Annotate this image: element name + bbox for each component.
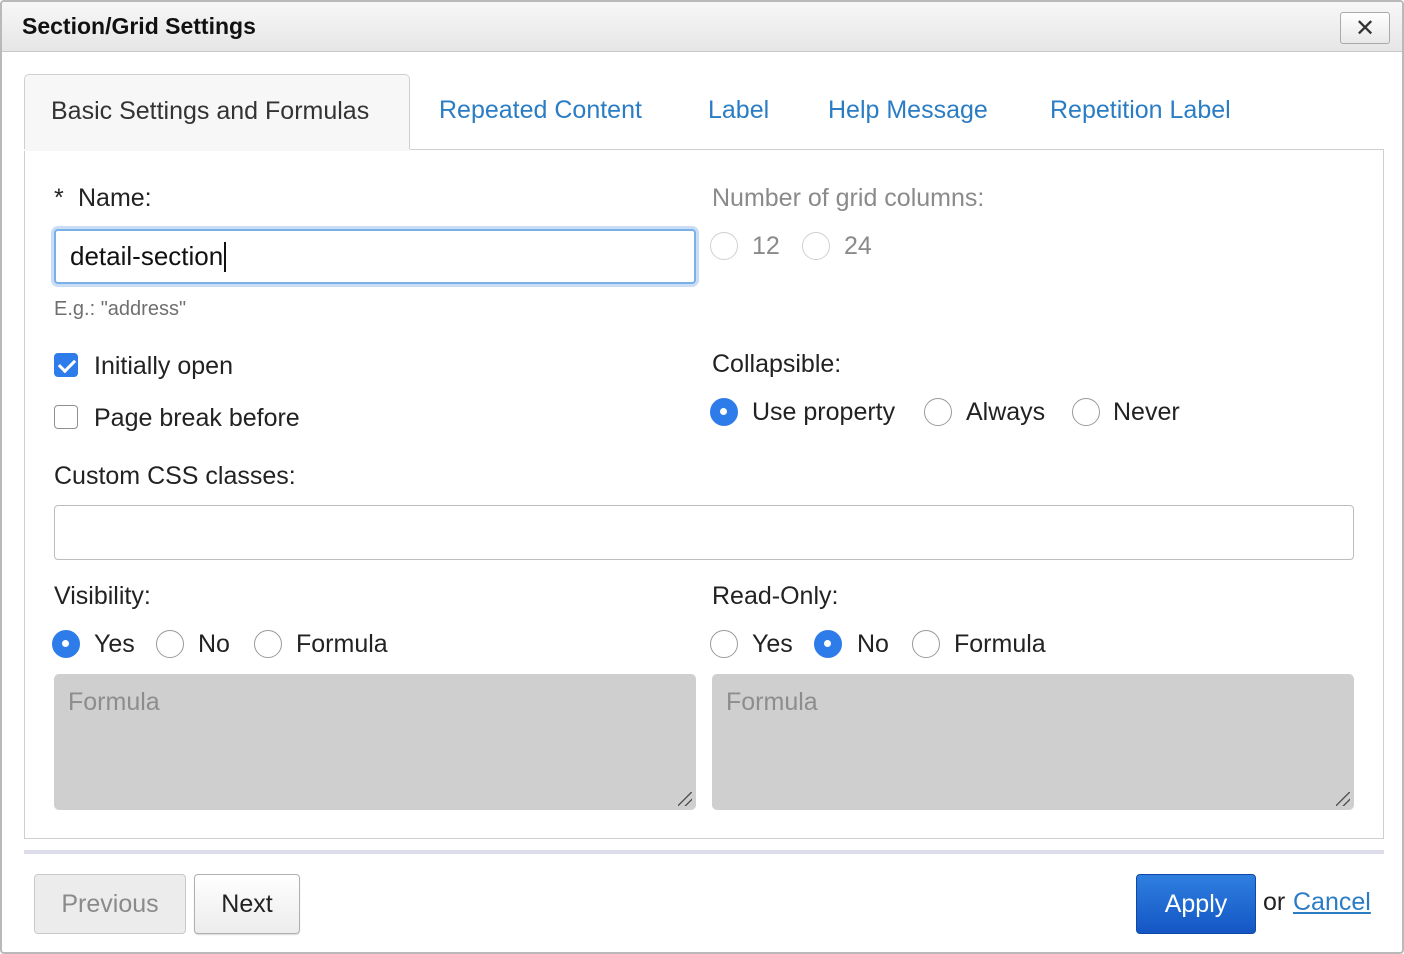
- visibility-formula-label: Formula: [296, 630, 388, 658]
- resize-grip-icon[interactable]: [1336, 792, 1350, 806]
- readonly-no-label: No: [857, 630, 889, 658]
- footer-divider: [24, 850, 1384, 854]
- collapsible-always-label: Always: [966, 398, 1046, 426]
- name-input-value: detail-section: [70, 241, 224, 271]
- grid-columns-24-label: 24: [844, 232, 872, 260]
- readonly-label: Read-Only:: [712, 582, 839, 610]
- readonly-yes-radio[interactable]: [710, 630, 738, 658]
- apply-button[interactable]: Apply: [1136, 874, 1256, 934]
- close-icon: ✕: [1354, 14, 1376, 42]
- readonly-formula-radio[interactable]: [912, 630, 940, 658]
- visibility-yes-label: Yes: [94, 630, 135, 658]
- readonly-formula-label: Formula: [954, 630, 1046, 658]
- cancel-link[interactable]: Cancel: [1293, 888, 1371, 917]
- visibility-yes-radio[interactable]: [52, 630, 80, 658]
- visibility-formula-placeholder: Formula: [68, 688, 160, 716]
- readonly-formula-placeholder: Formula: [726, 688, 818, 716]
- collapsible-label: Collapsible:: [712, 350, 842, 378]
- name-label: Name:: [78, 184, 152, 212]
- grid-columns-12-label: 12: [752, 232, 780, 260]
- visibility-formula-radio[interactable]: [254, 630, 282, 658]
- initially-open-checkbox[interactable]: [54, 353, 78, 377]
- page-break-checkbox[interactable]: [54, 405, 78, 429]
- initially-open-label: Initially open: [94, 352, 233, 380]
- grid-columns-label: Number of grid columns:: [712, 184, 985, 212]
- readonly-formula-textarea[interactable]: Formula: [712, 674, 1354, 810]
- grid-columns-12-radio[interactable]: [710, 232, 738, 260]
- tab-bar: Basic Settings and Formulas Repeated Con…: [24, 74, 1384, 150]
- readonly-no-radio[interactable]: [814, 630, 842, 658]
- collapsible-use-property-label: Use property: [752, 398, 896, 426]
- visibility-no-label: No: [198, 630, 230, 658]
- collapsible-use-property-radio[interactable]: [710, 398, 738, 426]
- tab-repeated-content[interactable]: Repeated Content: [439, 74, 642, 150]
- page-break-label: Page break before: [94, 404, 300, 432]
- tab-basic-settings[interactable]: Basic Settings and Formulas: [24, 74, 410, 150]
- settings-dialog: Section/Grid Settings ✕ Basic Settings a…: [0, 0, 1404, 954]
- name-hint: E.g.: "address": [54, 298, 187, 320]
- collapsible-never-radio[interactable]: [1072, 398, 1100, 426]
- visibility-formula-textarea[interactable]: Formula: [54, 674, 696, 810]
- tab-label[interactable]: Label: [708, 74, 769, 150]
- readonly-yes-label: Yes: [752, 630, 793, 658]
- resize-grip-icon[interactable]: [678, 792, 692, 806]
- next-button[interactable]: Next: [194, 874, 300, 934]
- close-button[interactable]: ✕: [1340, 12, 1390, 44]
- text-caret: [224, 241, 227, 272]
- tab-help-message[interactable]: Help Message: [828, 74, 988, 150]
- collapsible-always-radio[interactable]: [924, 398, 952, 426]
- previous-button[interactable]: Previous: [34, 874, 186, 934]
- css-classes-input[interactable]: [54, 505, 1354, 560]
- visibility-label: Visibility:: [54, 582, 151, 610]
- or-text: or: [1263, 888, 1286, 916]
- css-classes-label: Custom CSS classes:: [54, 462, 296, 490]
- grid-columns-24-radio[interactable]: [802, 232, 830, 260]
- collapsible-never-label: Never: [1113, 398, 1180, 426]
- name-input[interactable]: detail-section: [54, 229, 696, 284]
- required-mark: *: [54, 184, 64, 212]
- dialog-titlebar: Section/Grid Settings ✕: [2, 2, 1402, 52]
- tab-repetition-label[interactable]: Repetition Label: [1050, 74, 1231, 150]
- dialog-title: Section/Grid Settings: [22, 13, 256, 39]
- visibility-no-radio[interactable]: [156, 630, 184, 658]
